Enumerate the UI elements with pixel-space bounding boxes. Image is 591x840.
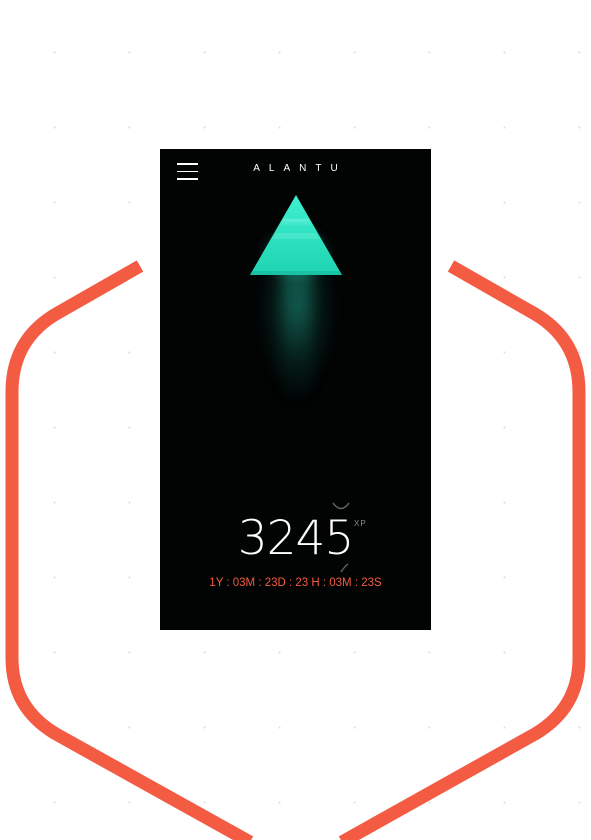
pyramid-icon[interactable] — [248, 193, 344, 279]
phone-screen: ALANTU 3245 XP 1Y: 03M: 23D: 23 H: 0… — [160, 149, 431, 630]
background-canvas: ALANTU 3245 XP 1Y: 03M: 23D: 23 H: 0… — [0, 0, 591, 840]
orbit-arc-bottom — [340, 563, 349, 573]
xp-value: 3245 — [237, 511, 355, 566]
xp-unit-label: XP — [354, 519, 367, 528]
brand-logo-text: ALANTU — [253, 163, 347, 174]
countdown-timer: 1Y : 03M : 23D : 23 H : 03M : 23S — [209, 577, 382, 589]
menu-line — [177, 178, 198, 180]
